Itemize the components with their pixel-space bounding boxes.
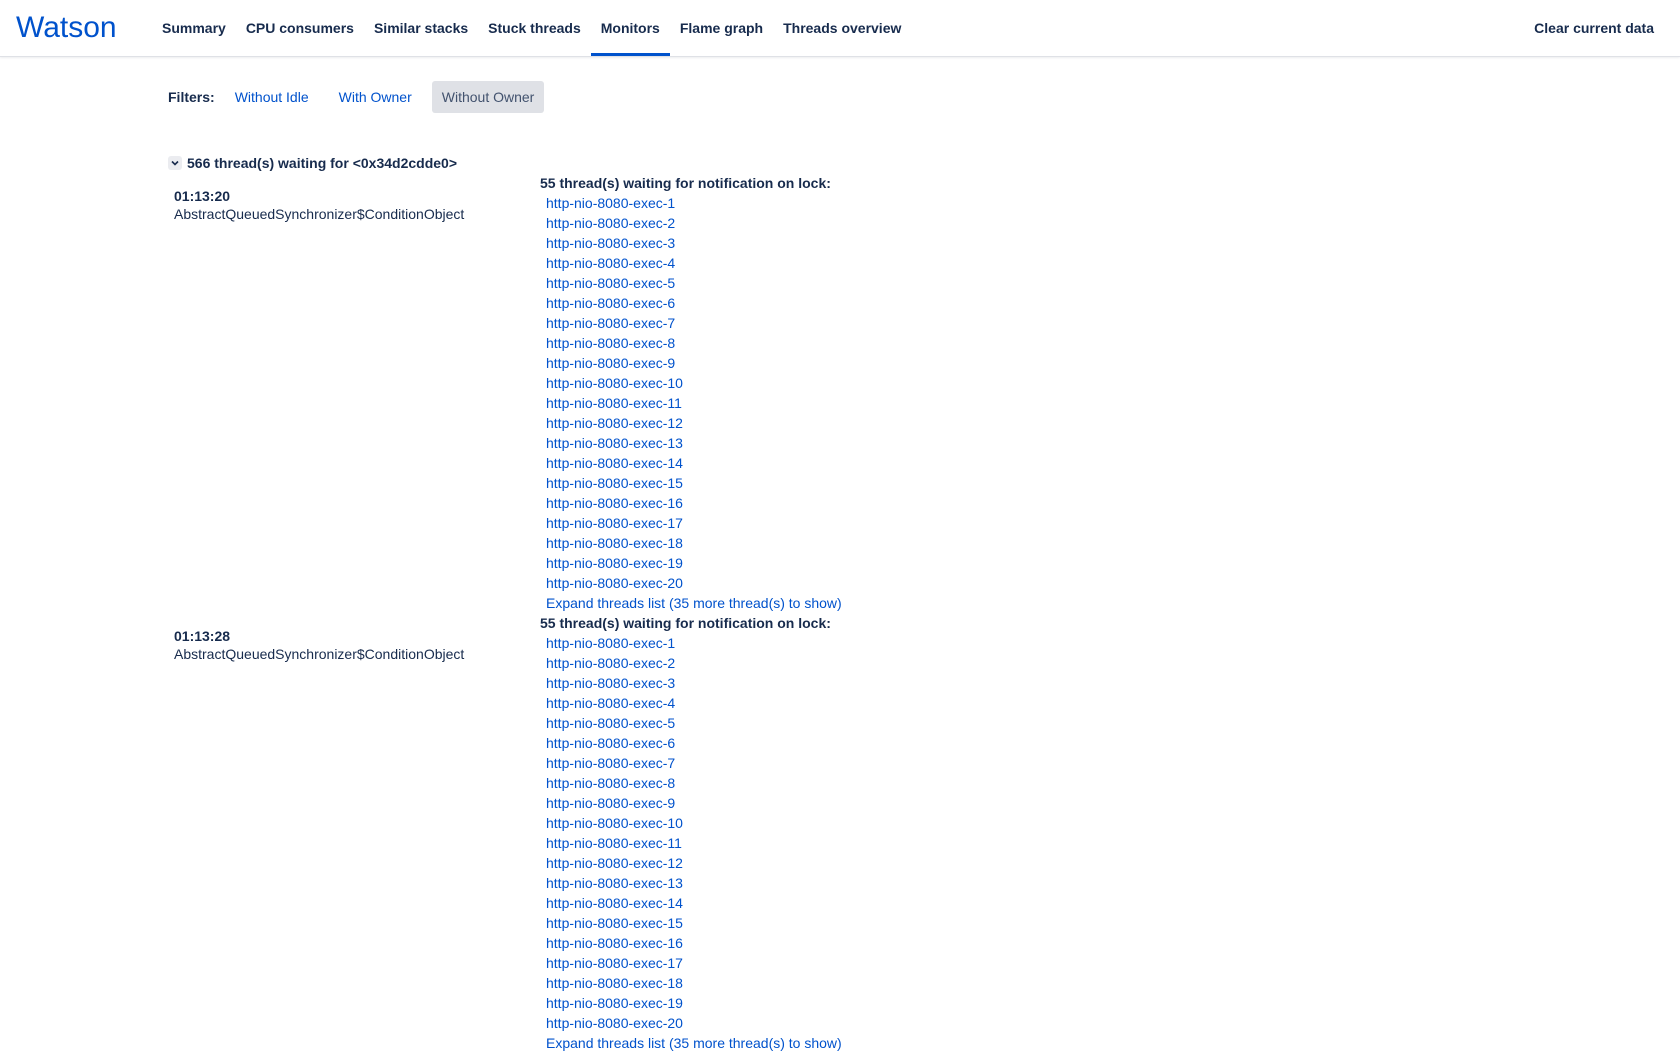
lock-waiters: 55 thread(s) waiting for notification on… bbox=[540, 613, 842, 1053]
nav-item-stuck-threads[interactable]: Stuck threads bbox=[478, 0, 591, 56]
lock-waiters-title: 55 thread(s) waiting for notification on… bbox=[540, 615, 831, 631]
snapshot-class-name: AbstractQueuedSynchronizer$ConditionObje… bbox=[174, 206, 465, 222]
snapshot-time: 01:13:28 bbox=[174, 628, 231, 644]
thread-link[interactable]: http-nio-8080-exec-15 bbox=[546, 913, 842, 933]
monitor-group-title: 566 thread(s) waiting for <0x34d2cdde0> bbox=[187, 155, 457, 171]
thread-link[interactable]: http-nio-8080-exec-19 bbox=[546, 553, 842, 573]
thread-link[interactable]: http-nio-8080-exec-2 bbox=[546, 653, 842, 673]
thread-link[interactable]: http-nio-8080-exec-4 bbox=[546, 253, 842, 273]
thread-link[interactable]: http-nio-8080-exec-13 bbox=[546, 873, 842, 893]
thread-link[interactable]: http-nio-8080-exec-10 bbox=[546, 373, 842, 393]
thread-link[interactable]: http-nio-8080-exec-17 bbox=[546, 953, 842, 973]
main-nav: Summary CPU consumers Similar stacks Stu… bbox=[152, 0, 911, 56]
monitor-snapshot: 01:13:28 AbstractQueuedSynchronizer$Cond… bbox=[174, 615, 1574, 1051]
thread-link[interactable]: http-nio-8080-exec-16 bbox=[546, 493, 842, 513]
chevron-down-icon[interactable] bbox=[168, 156, 182, 170]
nav-item-similar-stacks[interactable]: Similar stacks bbox=[364, 0, 478, 56]
thread-link[interactable]: http-nio-8080-exec-12 bbox=[546, 413, 842, 433]
thread-link[interactable]: http-nio-8080-exec-1 bbox=[546, 193, 842, 213]
thread-link[interactable]: http-nio-8080-exec-8 bbox=[546, 333, 842, 353]
thread-link[interactable]: http-nio-8080-exec-13 bbox=[546, 433, 842, 453]
thread-link[interactable]: http-nio-8080-exec-14 bbox=[546, 453, 842, 473]
nav-item-threads-overview[interactable]: Threads overview bbox=[773, 0, 911, 56]
thread-link[interactable]: http-nio-8080-exec-10 bbox=[546, 813, 842, 833]
clear-current-data-button[interactable]: Clear current data bbox=[1534, 0, 1654, 56]
thread-list: http-nio-8080-exec-1 http-nio-8080-exec-… bbox=[540, 193, 842, 613]
nav-item-flame-graph[interactable]: Flame graph bbox=[670, 0, 773, 56]
monitor-group-header: 566 thread(s) waiting for <0x34d2cdde0> bbox=[168, 154, 457, 172]
thread-link[interactable]: http-nio-8080-exec-7 bbox=[546, 753, 842, 773]
thread-list: http-nio-8080-exec-1 http-nio-8080-exec-… bbox=[540, 633, 842, 1053]
thread-link[interactable]: http-nio-8080-exec-11 bbox=[546, 833, 842, 853]
thread-link[interactable]: http-nio-8080-exec-6 bbox=[546, 733, 842, 753]
snapshot-class-name: AbstractQueuedSynchronizer$ConditionObje… bbox=[174, 646, 465, 662]
thread-link[interactable]: http-nio-8080-exec-8 bbox=[546, 773, 842, 793]
thread-link[interactable]: http-nio-8080-exec-9 bbox=[546, 793, 842, 813]
thread-link[interactable]: http-nio-8080-exec-2 bbox=[546, 213, 842, 233]
filter-without-owner-button[interactable]: Without Owner bbox=[431, 80, 545, 113]
thread-link[interactable]: http-nio-8080-exec-5 bbox=[546, 713, 842, 733]
thread-link[interactable]: http-nio-8080-exec-20 bbox=[546, 573, 842, 593]
thread-link[interactable]: http-nio-8080-exec-3 bbox=[546, 233, 842, 253]
filter-with-owner-button[interactable]: With Owner bbox=[329, 81, 422, 113]
thread-link[interactable]: http-nio-8080-exec-18 bbox=[546, 533, 842, 553]
thread-link[interactable]: http-nio-8080-exec-1 bbox=[546, 633, 842, 653]
lock-waiters: 55 thread(s) waiting for notification on… bbox=[540, 173, 842, 613]
top-navigation-bar: Watson Summary CPU consumers Similar sta… bbox=[0, 0, 1680, 57]
lock-waiters-title: 55 thread(s) waiting for notification on… bbox=[540, 175, 831, 191]
thread-link[interactable]: http-nio-8080-exec-11 bbox=[546, 393, 842, 413]
expand-threads-link[interactable]: Expand threads list (35 more thread(s) t… bbox=[546, 1033, 842, 1053]
thread-link[interactable]: http-nio-8080-exec-14 bbox=[546, 893, 842, 913]
thread-link[interactable]: http-nio-8080-exec-12 bbox=[546, 853, 842, 873]
filters-bar: Filters: Without Idle With Owner Without… bbox=[168, 80, 554, 113]
snapshot-time: 01:13:20 bbox=[174, 188, 231, 204]
filters-label: Filters: bbox=[168, 88, 215, 105]
thread-link[interactable]: http-nio-8080-exec-19 bbox=[546, 993, 842, 1013]
thread-link[interactable]: http-nio-8080-exec-7 bbox=[546, 313, 842, 333]
thread-link[interactable]: http-nio-8080-exec-16 bbox=[546, 933, 842, 953]
thread-link[interactable]: http-nio-8080-exec-4 bbox=[546, 693, 842, 713]
thread-link[interactable]: http-nio-8080-exec-3 bbox=[546, 673, 842, 693]
nav-item-monitors[interactable]: Monitors bbox=[590, 0, 670, 56]
thread-link[interactable]: http-nio-8080-exec-9 bbox=[546, 353, 842, 373]
nav-item-summary[interactable]: Summary bbox=[152, 0, 236, 56]
monitor-snapshot: 01:13:20 AbstractQueuedSynchronizer$Cond… bbox=[174, 175, 1574, 611]
expand-threads-link[interactable]: Expand threads list (35 more thread(s) t… bbox=[546, 593, 842, 613]
thread-link[interactable]: http-nio-8080-exec-5 bbox=[546, 273, 842, 293]
filter-without-idle-button[interactable]: Without Idle bbox=[225, 81, 319, 113]
thread-link[interactable]: http-nio-8080-exec-18 bbox=[546, 973, 842, 993]
app-logo[interactable]: Watson bbox=[16, 10, 117, 46]
nav-item-cpu-consumers[interactable]: CPU consumers bbox=[236, 0, 364, 56]
thread-link[interactable]: http-nio-8080-exec-17 bbox=[546, 513, 842, 533]
thread-link[interactable]: http-nio-8080-exec-15 bbox=[546, 473, 842, 493]
thread-link[interactable]: http-nio-8080-exec-20 bbox=[546, 1013, 842, 1033]
thread-link[interactable]: http-nio-8080-exec-6 bbox=[546, 293, 842, 313]
